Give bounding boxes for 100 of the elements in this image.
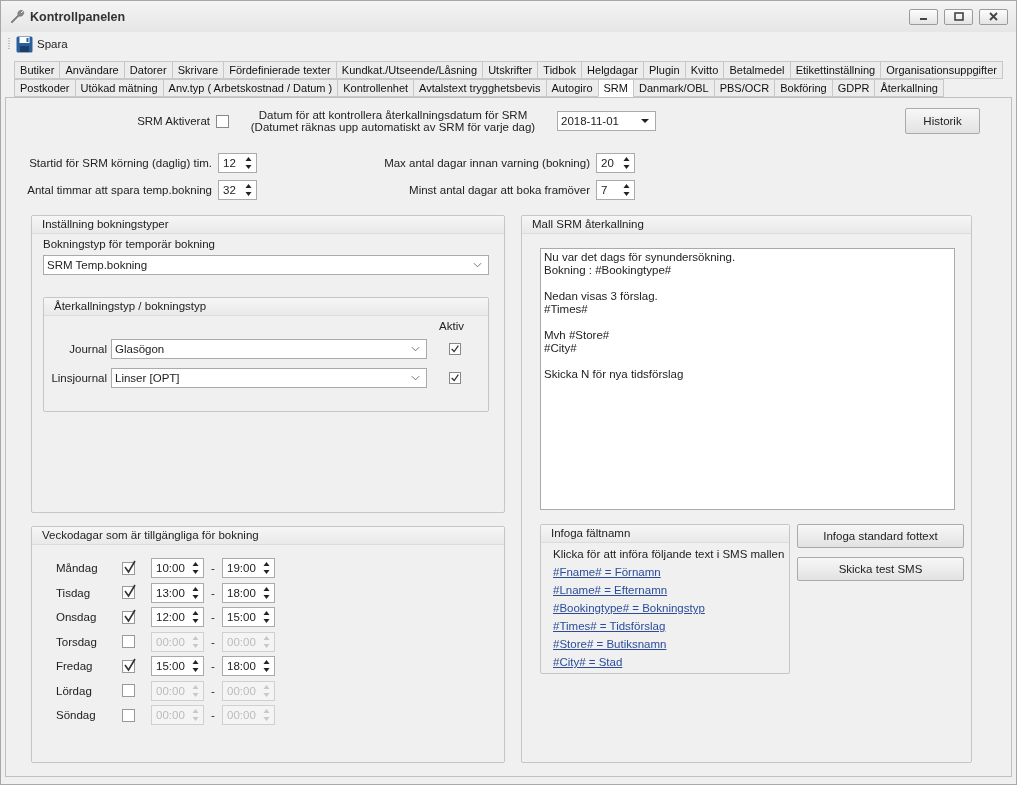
tab[interactable]: Etikettinställning xyxy=(789,61,881,79)
time-field[interactable]: 15:00 xyxy=(151,656,204,677)
day-label: Tisdag xyxy=(56,586,92,599)
date-picker[interactable]: 2018-11-01 xyxy=(557,111,656,131)
caret-down-icon xyxy=(641,119,649,123)
range-separator: - xyxy=(210,660,216,673)
tab[interactable]: GDPR xyxy=(831,79,875,97)
dropdown-field[interactable]: Glasögon xyxy=(111,338,427,359)
spin-arrows-icon xyxy=(263,634,270,649)
field-label: Antal timmar att spara temp.bokning xyxy=(26,183,213,196)
maximize-button[interactable] xyxy=(944,8,973,25)
time-field[interactable]: 15:00 xyxy=(222,607,275,628)
checkbox[interactable] xyxy=(449,371,461,384)
spin-arrows-icon xyxy=(192,610,199,625)
dropdown-field[interactable]: Linser [OPT] xyxy=(111,367,427,388)
tab[interactable]: Tidbok xyxy=(537,61,581,79)
field-label: Linsjournal xyxy=(50,371,107,384)
checkbox[interactable] xyxy=(122,708,135,722)
range-separator: - xyxy=(210,635,216,648)
tab[interactable]: Skrivare xyxy=(171,61,224,79)
number-field[interactable]: 20 xyxy=(596,152,635,173)
history-button[interactable]: Historik xyxy=(905,108,980,134)
time-field[interactable]: 12:00 xyxy=(151,607,204,628)
checkbox[interactable] xyxy=(449,342,461,355)
tab[interactable]: Kundkat./Utseende/Låsning xyxy=(335,61,483,79)
number-field[interactable]: 7 xyxy=(596,179,635,200)
check-icon xyxy=(123,584,137,599)
tab[interactable]: Helgdagar xyxy=(581,61,643,79)
save-button[interactable]: Spara xyxy=(14,35,70,53)
spin-arrows-icon xyxy=(263,708,270,723)
tab[interactable]: Autogiro xyxy=(545,79,598,97)
field-name-link[interactable]: #City# = Stad xyxy=(553,656,623,668)
tab[interactable]: Fördefinierade texter xyxy=(223,61,336,79)
tab[interactable]: Kontrollenhet xyxy=(337,79,414,97)
number-field[interactable]: 12 xyxy=(218,152,257,173)
tab[interactable]: Avtalstext trygghetsbevis xyxy=(413,79,546,97)
spin-arrows-icon xyxy=(192,585,199,600)
tab[interactable]: Betalmedel xyxy=(723,61,790,79)
field-note: (Datumet räknas upp automatiskt av SRM för varje dag) xyxy=(250,121,536,133)
close-button[interactable] xyxy=(979,8,1008,25)
message-text-area[interactable]: Nu var det dags för synundersökning. Bokning : #Bookingtype# Nedan visas 3 förslag. #Times# Mvh #Store# #City# Skicka N för nya tidsförslag xyxy=(540,248,955,510)
field-name-link[interactable]: #Store# = Butiksnamn xyxy=(553,638,667,650)
maximize-icon xyxy=(953,12,964,21)
close-icon xyxy=(989,12,998,21)
checkbox[interactable] xyxy=(122,684,135,698)
minimize-button[interactable] xyxy=(909,8,938,25)
field-label: Minst antal dagar att boka framöver xyxy=(408,183,591,196)
time-field[interactable]: 18:00 xyxy=(222,582,275,603)
time-field[interactable]: 10:00 xyxy=(151,558,204,579)
spin-arrows-icon xyxy=(192,561,199,576)
tab[interactable]: Användare xyxy=(59,61,124,79)
tab[interactable]: Butiker xyxy=(14,61,60,79)
tab[interactable]: Utskrifter xyxy=(482,61,538,79)
day-label: Fredag xyxy=(56,660,94,673)
field-name-link[interactable]: #Bookingtype# = Bokningstyp xyxy=(553,602,705,614)
tab[interactable]: Plugin xyxy=(642,61,685,79)
checkbox[interactable] xyxy=(122,561,135,575)
tab[interactable]: Kvitto xyxy=(684,61,724,79)
group-title: Infoga fältnamn xyxy=(541,525,789,543)
group-title: Inställning bokningstyper xyxy=(32,216,504,234)
checkbox[interactable] xyxy=(122,635,135,649)
tab[interactable]: Utökad mätning xyxy=(74,79,163,97)
range-separator: - xyxy=(210,611,216,624)
chevron-down-icon xyxy=(411,345,420,352)
template-button[interactable]: Infoga standard fottext xyxy=(797,524,964,548)
field-name-link[interactable]: #Fname# = Förnamn xyxy=(553,566,661,578)
spin-arrows-icon xyxy=(192,659,199,674)
day-label: Lördag xyxy=(56,684,93,697)
check-icon xyxy=(123,559,137,574)
window-title: Kontrollpanelen xyxy=(30,9,126,24)
range-separator: - xyxy=(210,709,216,722)
field-label: Max antal dagar innan varning (bokning) xyxy=(383,156,591,169)
field-label: Bokningstyp för temporär bokning xyxy=(43,238,216,250)
field-label: SRM Aktiverat xyxy=(136,115,211,127)
tab[interactable]: Återkallning xyxy=(874,79,944,97)
time-field[interactable]: 18:00 xyxy=(222,656,275,677)
tab[interactable]: SRM xyxy=(597,79,633,97)
tab[interactable]: Organisationsuppgifter xyxy=(880,61,1004,79)
template-button[interactable]: Skicka test SMS xyxy=(797,557,964,581)
tab[interactable]: Bokföring xyxy=(774,79,832,97)
field-name-link[interactable]: #Lname# = Efternamn xyxy=(553,584,668,596)
checkbox[interactable] xyxy=(122,586,135,600)
tab[interactable]: Postkoder xyxy=(14,79,75,97)
time-field[interactable]: 19:00 xyxy=(222,558,275,579)
checkbox[interactable] xyxy=(122,610,135,624)
checkbox[interactable] xyxy=(216,114,229,128)
group-title: Mall SRM återkallning xyxy=(522,216,971,234)
field-name-link[interactable]: #Times# = Tidsförslag xyxy=(553,620,666,632)
tab[interactable]: Danmark/OBL xyxy=(632,79,714,97)
check-icon xyxy=(123,608,137,623)
spin-arrows-icon xyxy=(263,683,270,698)
chevron-down-icon xyxy=(473,262,482,268)
tab[interactable]: Anv.typ ( Arbetskostnad / Datum ) xyxy=(162,79,338,97)
check-icon xyxy=(123,657,137,672)
tab[interactable]: PBS/OCR xyxy=(713,79,775,97)
number-field[interactable]: 32 xyxy=(218,179,257,200)
time-field[interactable]: 13:00 xyxy=(151,582,204,603)
tab[interactable]: Datorer xyxy=(123,61,172,79)
dropdown-field[interactable]: SRM Temp.bokning xyxy=(43,255,489,275)
checkbox[interactable] xyxy=(122,659,135,673)
